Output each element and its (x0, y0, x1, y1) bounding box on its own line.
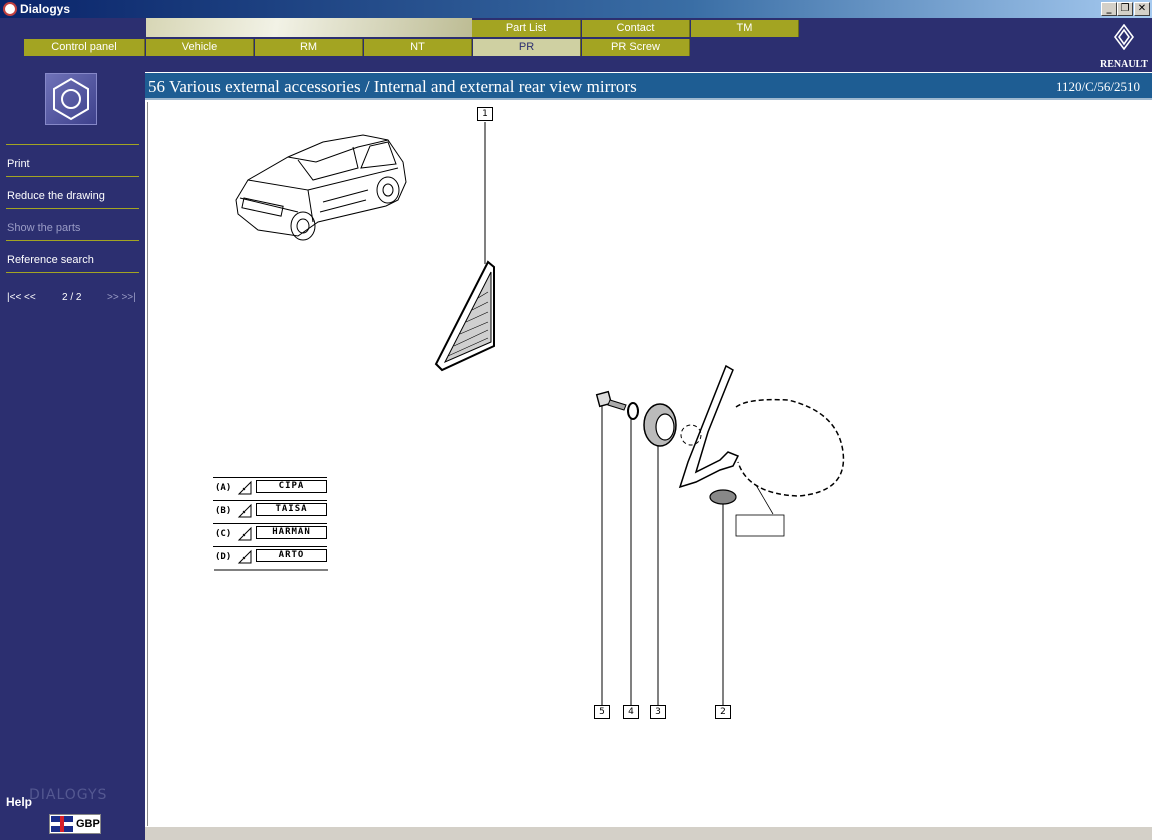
car-illustration (235, 134, 407, 241)
tab-part-list[interactable]: Part List (472, 20, 581, 37)
renault-logo: RENAULT (1096, 23, 1152, 70)
callout-1[interactable]: 1 (477, 107, 493, 121)
pager-first-prev-button[interactable]: |<< << (7, 292, 36, 303)
tab-rm[interactable]: RM (255, 39, 363, 56)
tab-control-panel[interactable]: Control panel (24, 39, 145, 56)
currency-button[interactable]: GBP (49, 814, 101, 834)
tab-pr-screw[interactable]: PR Screw (582, 39, 690, 56)
uk-flag-icon (51, 816, 73, 832)
callout-2[interactable]: 2 (715, 705, 731, 719)
tab-pr[interactable]: PR (473, 39, 581, 56)
brand-name: RENAULT (1100, 59, 1148, 70)
page-title: 56 Various external accessories / Intern… (148, 77, 637, 96)
tab-nt[interactable]: NT (364, 39, 472, 56)
sidebar-item-print[interactable]: Print (7, 158, 30, 170)
tab-contact[interactable]: Contact (582, 20, 690, 37)
variant-row: (C) HARMAN (213, 523, 327, 542)
divider (6, 144, 139, 145)
variant-row: (B) TAISA (213, 500, 327, 519)
divider (6, 176, 139, 177)
page-reference: 1120/C/56/2510 (1055, 79, 1140, 94)
variant-name: HARMAN (256, 526, 327, 539)
triangle-trim-part (434, 122, 495, 372)
window-titlebar: Dialogys _ ❐ ✕ (0, 0, 1152, 18)
tab-tm[interactable]: TM (691, 20, 799, 37)
app-icon (3, 2, 17, 16)
status-bar (145, 826, 1152, 840)
callout-3[interactable]: 3 (650, 705, 666, 719)
pager-page-indicator: 2 / 2 (62, 292, 82, 303)
mirror-assembly (595, 364, 845, 706)
renault-diamond-icon (1114, 23, 1134, 51)
variant-row: (A) CIPA (213, 477, 327, 496)
sidebar-item-reference-search[interactable]: Reference search (7, 254, 94, 266)
variant-code: (D) (215, 552, 232, 562)
parts-drawing[interactable]: 1 2 3 4 5 (147, 102, 1151, 826)
divider (6, 208, 139, 209)
callout-4[interactable]: 4 (623, 705, 639, 719)
variant-row: (D) ARTO (213, 546, 327, 565)
pager-next-last-button: >> >>| (107, 292, 136, 303)
sidebar-item-reduce-drawing[interactable]: Reduce the drawing (7, 190, 105, 202)
divider (6, 272, 139, 273)
help-link[interactable]: Help (6, 795, 32, 809)
sidebar (0, 72, 145, 840)
variant-code: (B) (215, 506, 232, 516)
divider (6, 240, 139, 241)
variant-name: TAISA (256, 503, 327, 516)
hex-nut-icon (45, 73, 97, 125)
dialogys-watermark: DIALOGYS (29, 787, 108, 803)
tab-vehicle[interactable]: Vehicle (146, 39, 254, 56)
close-icon[interactable]: ✕ (1134, 2, 1150, 16)
sidebar-item-show-parts: Show the parts (7, 222, 81, 234)
restore-icon[interactable]: ❐ (1117, 2, 1133, 16)
variant-code: (A) (215, 483, 232, 493)
minimize-icon[interactable]: _ (1101, 2, 1117, 16)
variant-name: ARTO (256, 549, 327, 562)
currency-label: GBP (76, 818, 100, 830)
variant-code: (C) (215, 529, 232, 539)
variant-name: CIPA (256, 480, 327, 493)
header-artwork (146, 18, 472, 37)
callout-5[interactable]: 5 (594, 705, 610, 719)
window-title: Dialogys (20, 2, 71, 16)
